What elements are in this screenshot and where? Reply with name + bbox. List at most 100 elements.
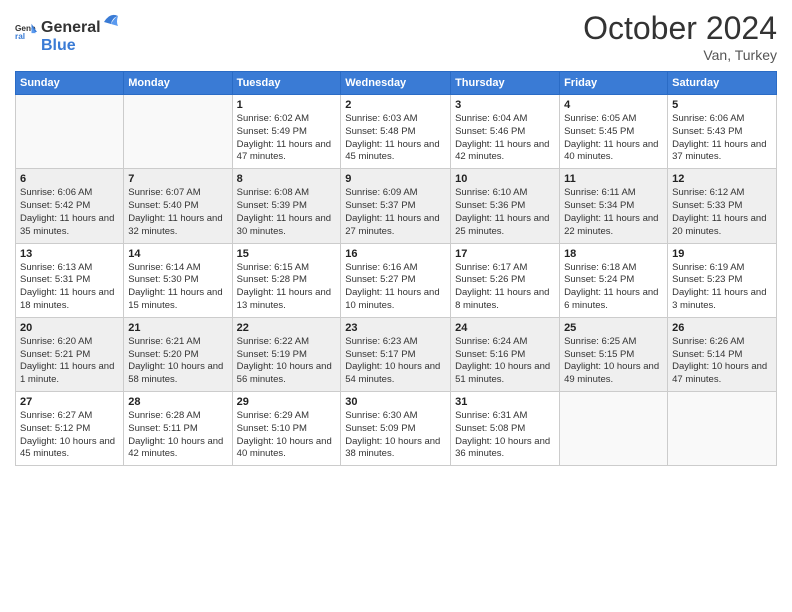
header: Gene ral General Blue October 2024 Van, …: [15, 10, 777, 63]
calendar-cell: 15 Sunrise: 6:15 AMSunset: 5:28 PMDayligh…: [232, 243, 341, 317]
month-title: October 2024: [583, 10, 777, 47]
day-number: 11: [564, 173, 663, 185]
calendar-cell: 26Sunrise: 6:26 AMSunset: 5:14 PMDayligh…: [668, 317, 777, 391]
day-info: Sunrise: 6:18 AMSunset: 5:24 PMDaylight:…: [564, 262, 663, 313]
day-number: 24: [455, 322, 555, 334]
day-header-sunday: Sunday: [16, 72, 124, 95]
calendar-cell: 22Sunrise: 6:22 AMSunset: 5:19 PMDayligh…: [232, 317, 341, 391]
logo-icon: Gene ral: [15, 21, 37, 43]
calendar-cell: 25Sunrise: 6:25 AMSunset: 5:15 PMDayligh…: [560, 317, 668, 391]
calendar-cell: 2 Sunrise: 6:03 AMSunset: 5:48 PMDaylight…: [341, 95, 451, 169]
day-info: Sunrise: 6:11 AMSunset: 5:34 PMDaylight:…: [564, 187, 663, 238]
calendar-cell: 29 Sunrise: 6:29 AMSunset: 5:10 PMDayligh…: [232, 392, 341, 466]
calendar-week-row: 20Sunrise: 6:20 AMSunset: 5:21 PMDayligh…: [16, 317, 777, 391]
day-number: 3: [455, 99, 555, 111]
calendar-cell: 28 Sunrise: 6:28 AMSunset: 5:11 PMDayligh…: [124, 392, 232, 466]
calendar-cell: 10Sunrise: 6:10 AMSunset: 5:36 PMDayligh…: [451, 169, 560, 243]
calendar-cell: 13 Sunrise: 6:13 AMSunset: 5:31 PMDayligh…: [16, 243, 124, 317]
day-header-saturday: Saturday: [668, 72, 777, 95]
location-title: Van, Turkey: [583, 47, 777, 63]
day-info: Sunrise: 6:07 AMSunset: 5:40 PMDaylight:…: [128, 187, 227, 238]
day-number: 17: [455, 248, 555, 260]
day-info: Sunrise: 6:28 AMSunset: 5:11 PMDaylight:…: [128, 410, 227, 461]
calendar-table: SundayMondayTuesdayWednesdayThursdayFrid…: [15, 71, 777, 466]
calendar-week-row: 27 Sunrise: 6:27 AMSunset: 5:12 PMDayligh…: [16, 392, 777, 466]
day-number: 21: [128, 322, 227, 334]
logo-general: General: [41, 19, 101, 37]
calendar-cell: [668, 392, 777, 466]
calendar-cell: 20Sunrise: 6:20 AMSunset: 5:21 PMDayligh…: [16, 317, 124, 391]
day-number: 20: [20, 322, 119, 334]
day-info: Sunrise: 6:03 AMSunset: 5:48 PMDaylight:…: [345, 113, 446, 164]
calendar-cell: 4Sunrise: 6:05 AMSunset: 5:45 PMDaylight…: [560, 95, 668, 169]
day-header-monday: Monday: [124, 72, 232, 95]
day-number: 15: [237, 248, 337, 260]
day-number: 25: [564, 322, 663, 334]
calendar-cell: 31Sunrise: 6:31 AMSunset: 5:08 PMDayligh…: [451, 392, 560, 466]
day-info: Sunrise: 6:19 AMSunset: 5:23 PMDaylight:…: [672, 262, 772, 313]
logo-blue: Blue: [41, 37, 120, 55]
day-info: Sunrise: 6:17 AMSunset: 5:26 PMDaylight:…: [455, 262, 555, 313]
day-number: 1: [237, 99, 337, 111]
calendar-cell: 7 Sunrise: 6:07 AMSunset: 5:40 PMDaylight…: [124, 169, 232, 243]
day-number: 5: [672, 99, 772, 111]
day-header-friday: Friday: [560, 72, 668, 95]
calendar-cell: 21 Sunrise: 6:21 AMSunset: 5:20 PMDayligh…: [124, 317, 232, 391]
logo: Gene ral General Blue: [15, 10, 120, 54]
day-info: Sunrise: 6:08 AMSunset: 5:39 PMDaylight:…: [237, 187, 337, 238]
day-number: 9: [345, 173, 446, 185]
calendar-cell: 11 Sunrise: 6:11 AMSunset: 5:34 PMDayligh…: [560, 169, 668, 243]
title-block: October 2024 Van, Turkey: [583, 10, 777, 63]
day-info: Sunrise: 6:06 AMSunset: 5:42 PMDaylight:…: [20, 187, 119, 238]
calendar-cell: 14 Sunrise: 6:14 AMSunset: 5:30 PMDayligh…: [124, 243, 232, 317]
calendar-week-row: 6Sunrise: 6:06 AMSunset: 5:42 PMDaylight…: [16, 169, 777, 243]
day-info: Sunrise: 6:30 AMSunset: 5:09 PMDaylight:…: [345, 410, 446, 461]
day-number: 16: [345, 248, 446, 260]
day-number: 13: [20, 248, 119, 260]
calendar-cell: 18Sunrise: 6:18 AMSunset: 5:24 PMDayligh…: [560, 243, 668, 317]
day-number: 2: [345, 99, 446, 111]
day-number: 19: [672, 248, 772, 260]
day-number: 8: [237, 173, 337, 185]
day-number: 27: [20, 396, 119, 408]
calendar-cell: 19 Sunrise: 6:19 AMSunset: 5:23 PMDayligh…: [668, 243, 777, 317]
calendar-week-row: 13 Sunrise: 6:13 AMSunset: 5:31 PMDayligh…: [16, 243, 777, 317]
calendar-cell: 24Sunrise: 6:24 AMSunset: 5:16 PMDayligh…: [451, 317, 560, 391]
calendar-cell: 5Sunrise: 6:06 AMSunset: 5:43 PMDaylight…: [668, 95, 777, 169]
day-info: Sunrise: 6:10 AMSunset: 5:36 PMDaylight:…: [455, 187, 555, 238]
day-info: Sunrise: 6:13 AMSunset: 5:31 PMDaylight:…: [20, 262, 119, 313]
calendar-cell: 12 Sunrise: 6:12 AMSunset: 5:33 PMDayligh…: [668, 169, 777, 243]
day-number: 22: [237, 322, 337, 334]
day-info: Sunrise: 6:05 AMSunset: 5:45 PMDaylight:…: [564, 113, 663, 164]
day-number: 28: [128, 396, 227, 408]
day-number: 12: [672, 173, 772, 185]
calendar-cell: 9 Sunrise: 6:09 AMSunset: 5:37 PMDaylight…: [341, 169, 451, 243]
svg-text:ral: ral: [15, 32, 25, 41]
calendar-cell: 16 Sunrise: 6:16 AMSunset: 5:27 PMDayligh…: [341, 243, 451, 317]
calendar-cell: 27 Sunrise: 6:27 AMSunset: 5:12 PMDayligh…: [16, 392, 124, 466]
day-header-wednesday: Wednesday: [341, 72, 451, 95]
calendar-cell: 3 Sunrise: 6:04 AMSunset: 5:46 PMDaylight…: [451, 95, 560, 169]
day-info: Sunrise: 6:14 AMSunset: 5:30 PMDaylight:…: [128, 262, 227, 313]
day-info: Sunrise: 6:02 AMSunset: 5:49 PMDaylight:…: [237, 113, 337, 164]
day-number: 29: [237, 396, 337, 408]
calendar-cell: 23Sunrise: 6:23 AMSunset: 5:17 PMDayligh…: [341, 317, 451, 391]
day-info: Sunrise: 6:27 AMSunset: 5:12 PMDaylight:…: [20, 410, 119, 461]
logo-bird-icon: [102, 10, 120, 32]
calendar-cell: [16, 95, 124, 169]
day-header-tuesday: Tuesday: [232, 72, 341, 95]
day-info: Sunrise: 6:04 AMSunset: 5:46 PMDaylight:…: [455, 113, 555, 164]
day-number: 14: [128, 248, 227, 260]
day-info: Sunrise: 6:29 AMSunset: 5:10 PMDaylight:…: [237, 410, 337, 461]
day-info: Sunrise: 6:15 AMSunset: 5:28 PMDaylight:…: [237, 262, 337, 313]
day-number: 7: [128, 173, 227, 185]
day-header-thursday: Thursday: [451, 72, 560, 95]
day-info: Sunrise: 6:16 AMSunset: 5:27 PMDaylight:…: [345, 262, 446, 313]
calendar-cell: 17 Sunrise: 6:17 AMSunset: 5:26 PMDayligh…: [451, 243, 560, 317]
day-info: Sunrise: 6:12 AMSunset: 5:33 PMDaylight:…: [672, 187, 772, 238]
day-info: Sunrise: 6:09 AMSunset: 5:37 PMDaylight:…: [345, 187, 446, 238]
day-info: Sunrise: 6:26 AMSunset: 5:14 PMDaylight:…: [672, 336, 772, 387]
day-number: 31: [455, 396, 555, 408]
day-info: Sunrise: 6:21 AMSunset: 5:20 PMDaylight:…: [128, 336, 227, 387]
calendar-cell: 1 Sunrise: 6:02 AMSunset: 5:49 PMDaylight…: [232, 95, 341, 169]
